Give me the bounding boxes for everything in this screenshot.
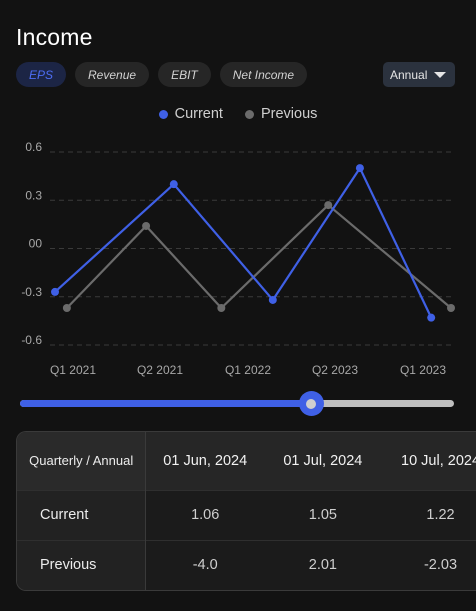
row-label-current: Current: [17, 489, 147, 540]
x-tick-label: Q1 2023: [400, 363, 446, 377]
column-header: 01 Jul, 2024: [283, 452, 363, 469]
table-cell: 1.22: [381, 489, 476, 540]
table-cell: -2.03: [381, 539, 476, 590]
metric-tabs: EPS Revenue EBIT Net Income: [16, 62, 308, 87]
income-table: Quarterly / Annual 01 Jun, 2024 01 Jul, …: [16, 431, 476, 591]
column-header: 10 Jul, 2024: [401, 452, 476, 469]
x-tick-label: Q1 2021: [50, 363, 96, 377]
series-line-previous: [66, 203, 452, 310]
data-point-current: [169, 180, 178, 189]
data-point-current: [268, 295, 277, 304]
table-row: Current 1.06 1.05 1.22: [17, 489, 476, 540]
x-tick-label: Q1 2022: [225, 363, 271, 377]
data-point-previous: [324, 201, 333, 210]
data-point-previous: [142, 221, 151, 230]
data-point-previous: [447, 304, 455, 313]
current-series-dot-icon: [158, 109, 168, 119]
y-tick-label: 0.6: [25, 140, 42, 154]
range-slider[interactable]: [20, 391, 454, 416]
data-point-previous: [62, 304, 71, 313]
x-tick-label: Q2 2023: [312, 363, 358, 377]
data-point-previous: [217, 304, 226, 313]
previous-series-dot-icon: [244, 109, 254, 119]
tab-revenue[interactable]: Revenue: [75, 62, 150, 87]
x-tick-label: Q2 2021: [137, 363, 183, 377]
legend-label-current: Current: [174, 106, 223, 122]
tab-eps[interactable]: EPS: [16, 62, 67, 87]
column-header: 01 Jun, 2024: [163, 452, 248, 469]
y-tick-label: 0.3: [25, 188, 42, 202]
slider-thumb[interactable]: [298, 391, 324, 416]
y-tick-label: 00: [29, 237, 43, 251]
data-point-current: [51, 287, 59, 296]
tab-ebit[interactable]: EBIT: [158, 62, 211, 87]
income-line-chart: 0.6 0.3 00 -0.3 -0.6 Q1 2021 Q2 2021 Q1 2022 Q2 …: [21, 140, 455, 377]
legend-item-current[interactable]: Current: [158, 106, 223, 122]
table-cell: 1.06: [145, 489, 265, 540]
table-corner-label: Quarterly / Annual: [17, 432, 147, 490]
row-label-previous: Previous: [17, 539, 147, 590]
data-point-current: [427, 313, 436, 322]
table-header-row: Quarterly / Annual 01 Jun, 2024 01 Jul, …: [17, 432, 476, 490]
period-dropdown[interactable]: Annual: [383, 62, 455, 87]
chart-legend: Current Previous: [0, 106, 476, 122]
data-point-current: [355, 164, 364, 173]
table-cell: 2.01: [264, 539, 382, 590]
y-tick-label: -0.6: [21, 333, 42, 347]
table-cell: 1.05: [264, 489, 382, 540]
slider-thumb-center: [306, 398, 317, 409]
y-tick-label: -0.3: [21, 285, 42, 299]
table-cell: -4.0: [145, 539, 265, 590]
tab-net-income[interactable]: Net Income: [219, 62, 308, 87]
legend-label-previous: Previous: [260, 106, 318, 122]
page-title: Income: [16, 24, 93, 50]
legend-item-previous[interactable]: Previous: [244, 106, 318, 122]
slider-fill: [20, 400, 311, 407]
period-dropdown-value: Annual: [390, 67, 428, 82]
caret-down-icon: [434, 72, 446, 78]
table-row: Previous -4.0 2.01 -2.03: [17, 539, 476, 590]
